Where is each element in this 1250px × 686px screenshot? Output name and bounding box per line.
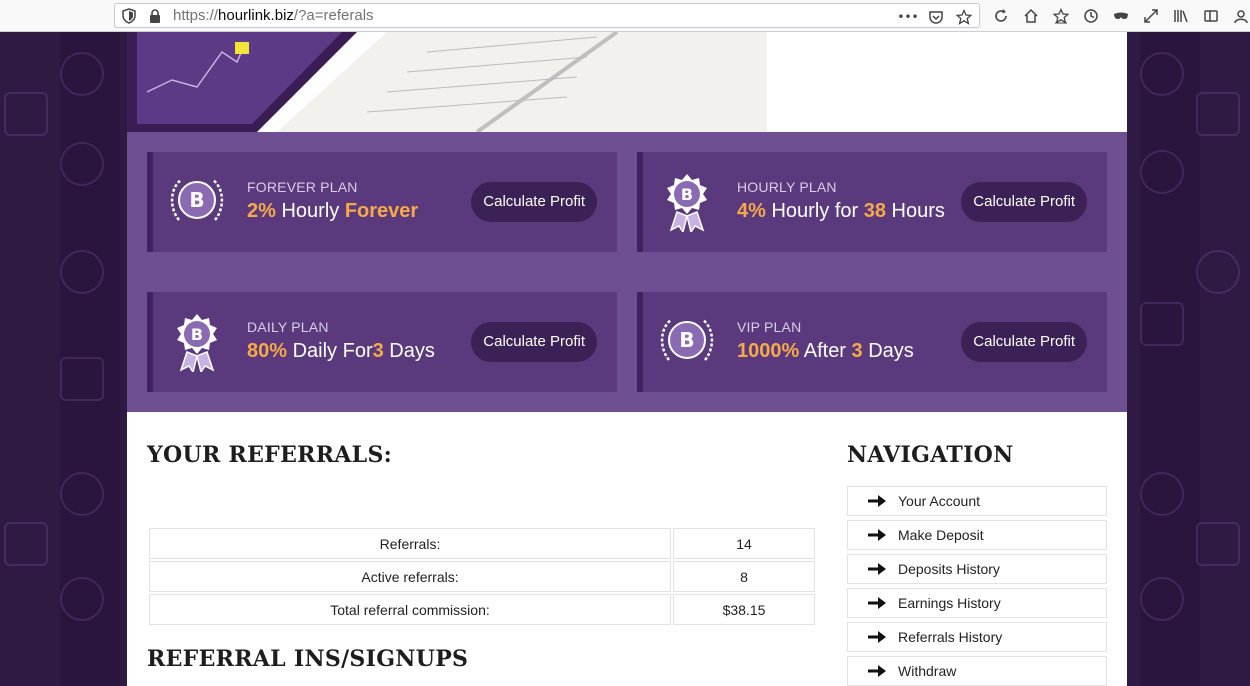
plan-card-daily: B DAILY PLAN 80% Daily For3 Days Calcula…	[147, 292, 617, 392]
referrals-title: YOUR REFERRALS:	[147, 442, 393, 468]
arrow-right-icon	[868, 631, 886, 643]
arrow-right-icon	[868, 597, 886, 609]
url-bar[interactable]: https://hourlink.biz/?a=referals •••	[114, 3, 980, 28]
navigation-menu: Your Account Make Deposit Deposits Histo…	[847, 486, 1107, 686]
fullscreen-icon[interactable]	[1140, 6, 1162, 26]
sidebar-icon[interactable]	[1200, 6, 1222, 26]
private-mask-icon[interactable]	[1110, 6, 1132, 26]
svg-text:B: B	[679, 328, 694, 352]
phone-bg-icon	[4, 522, 48, 566]
bitcoin-ribbon-badge-icon: B	[177, 314, 217, 372]
svg-text:B: B	[191, 325, 203, 344]
row-value: 14	[673, 528, 815, 559]
browser-toolbar: https://hourlink.biz/?a=referals •••	[0, 0, 1250, 32]
nav-item-earnings-history[interactable]: Earnings History	[847, 588, 1107, 618]
table-row: Total referral commission: $38.15	[149, 594, 815, 625]
bookmark-star-icon[interactable]	[953, 7, 975, 27]
plan-name: FOREVER PLAN	[247, 179, 358, 195]
rocket-bg-icon	[1140, 302, 1184, 346]
signups-title: REFERRAL INS/SIGNUPS	[147, 646, 469, 672]
plan-description: 2% Hourly Forever	[247, 200, 419, 222]
content-area: YOUR REFERRALS: Referrals: 14 Active ref…	[127, 412, 1127, 686]
plan-description: 80% Daily For3 Days	[247, 340, 435, 362]
row-value: 8	[673, 561, 815, 592]
arrow-right-icon	[868, 563, 886, 575]
bitcoin-bg-icon	[60, 52, 104, 96]
svg-text:B: B	[189, 188, 204, 212]
table-row: Referrals: 14	[149, 528, 815, 559]
row-label: Referrals:	[149, 528, 671, 559]
chart-bg-icon	[60, 357, 104, 401]
page-actions-icon[interactable]: •••	[897, 7, 919, 27]
nav-item-label: Make Deposit	[898, 527, 984, 543]
phone-bg-icon	[1196, 522, 1240, 566]
plan-card-vip: B VIP PLAN 1000% After 3 Days Calculate …	[637, 292, 1107, 392]
phone-bg-icon	[1196, 92, 1240, 136]
navigation-title: NAVIGATION	[847, 442, 1014, 468]
nav-item-make-deposit[interactable]: Make Deposit	[847, 520, 1107, 550]
nav-item-your-account[interactable]: Your Account	[847, 486, 1107, 516]
tracking-shield-icon[interactable]	[121, 8, 137, 24]
arrow-right-icon	[868, 529, 886, 541]
investment-plans: B FOREVER PLAN 2% Hourly Forever Calcula…	[127, 132, 1127, 412]
calculate-profit-button[interactable]: Calculate Profit	[471, 322, 597, 362]
cloud-bg-icon	[1196, 250, 1240, 294]
lock-bg-icon	[60, 142, 104, 186]
account-icon[interactable]	[1230, 6, 1250, 26]
bitcoin-wreath-badge-icon: B	[170, 178, 224, 221]
phone-bg-icon	[4, 92, 48, 136]
pocket-icon[interactable]	[925, 7, 947, 27]
nav-item-label: Deposits History	[898, 561, 1000, 577]
bitcoin-wreath-badge-icon: B	[660, 318, 714, 361]
bitcoin-bg-icon	[60, 472, 104, 516]
url-text[interactable]: https://hourlink.biz/?a=referals	[173, 7, 374, 24]
nav-item-deposits-history[interactable]: Deposits History	[847, 554, 1107, 584]
row-value: $38.15	[673, 594, 815, 625]
lock-bg-icon	[60, 577, 104, 621]
nav-item-referrals-history[interactable]: Referrals History	[847, 622, 1107, 652]
hero-banner	[127, 32, 1127, 132]
lock-bg-icon	[1140, 577, 1184, 621]
plan-name: VIP PLAN	[737, 319, 802, 335]
calculate-profit-button[interactable]: Calculate Profit	[471, 182, 597, 222]
plan-description: 1000% After 3 Days	[737, 340, 914, 362]
history-icon[interactable]	[1080, 6, 1102, 26]
plan-name: HOURLY PLAN	[737, 179, 837, 195]
nav-item-label: Referrals History	[898, 629, 1003, 645]
main-container: B FOREVER PLAN 2% Hourly Forever Calcula…	[127, 32, 1127, 686]
calculate-profit-button[interactable]: Calculate Profit	[961, 182, 1087, 222]
bitcoin-bg-icon	[60, 250, 104, 294]
bitcoin-bg-icon	[1140, 52, 1184, 96]
arrow-right-icon	[868, 665, 886, 677]
plan-card-forever: B FOREVER PLAN 2% Hourly Forever Calcula…	[147, 152, 617, 252]
lock-icon[interactable]	[147, 8, 163, 24]
referrals-table: Referrals: 14 Active referrals: 8 Total …	[147, 526, 817, 627]
svg-text:B: B	[681, 185, 693, 204]
bitcoin-bg-icon	[1140, 150, 1184, 194]
nav-item-label: Earnings History	[898, 595, 1001, 611]
bitcoin-bg-icon	[1140, 472, 1184, 516]
nav-item-label: Your Account	[898, 493, 980, 509]
arrow-right-icon	[868, 495, 886, 507]
row-label: Active referrals:	[149, 561, 671, 592]
bitcoin-ribbon-badge-icon: B	[667, 174, 707, 232]
table-row: Active referrals: 8	[149, 561, 815, 592]
plan-card-hourly: B HOURLY PLAN 4% Hourly for 38 Hours Cal…	[637, 152, 1107, 252]
calculate-profit-button[interactable]: Calculate Profit	[961, 322, 1087, 362]
bookmarks-menu-icon[interactable]	[1050, 6, 1072, 26]
plan-name: DAILY PLAN	[247, 319, 329, 335]
row-label: Total referral commission:	[149, 594, 671, 625]
reload-icon[interactable]	[990, 6, 1012, 26]
home-icon[interactable]	[1020, 6, 1042, 26]
library-icon[interactable]	[1170, 6, 1192, 26]
plan-description: 4% Hourly for 38 Hours	[737, 200, 945, 222]
nav-item-label: Withdraw	[898, 663, 957, 679]
hero-tablet-image	[127, 32, 767, 132]
nav-item-withdraw[interactable]: Withdraw	[847, 656, 1107, 686]
